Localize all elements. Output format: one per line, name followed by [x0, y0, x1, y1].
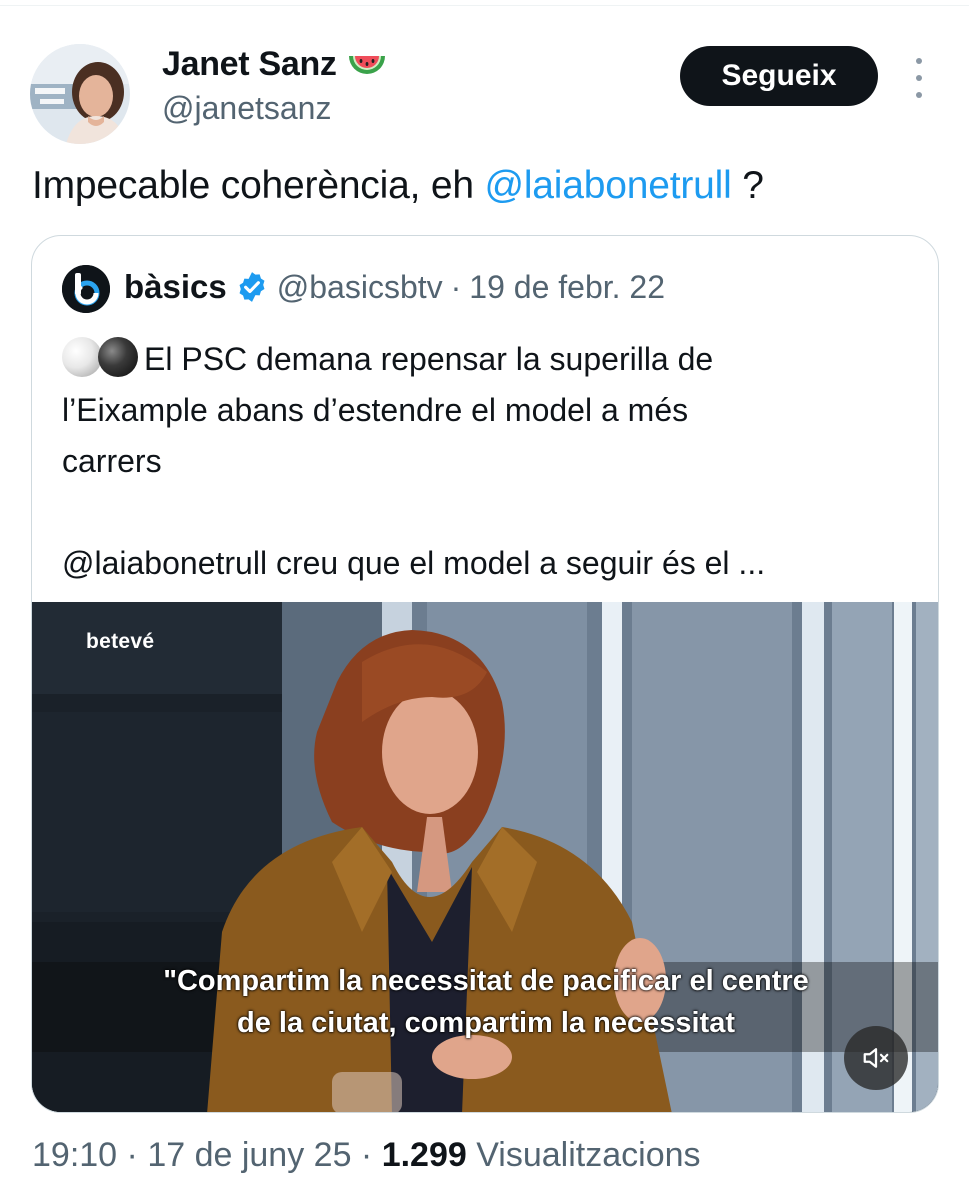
author-handle[interactable]: @janetsanz: [162, 90, 331, 127]
views-label: Visualitzacions: [466, 1136, 701, 1174]
black-circle-icon: [98, 337, 138, 377]
tweet-time[interactable]: 19:10: [32, 1136, 117, 1174]
author-avatar[interactable]: [30, 44, 130, 144]
quoted-tweet-card[interactable]: bàsics @basicsbtv · 19 de febr. 22 El PS…: [31, 235, 939, 1113]
quoted-author-avatar[interactable]: [62, 265, 110, 313]
verified-badge-icon: [235, 270, 269, 304]
tweet-text-suffix: ?: [731, 164, 764, 207]
quoted-paragraph-gap: [62, 487, 922, 538]
tweet-text: Impecable coherència, eh @laiabonetrull …: [32, 164, 764, 208]
caption-line-1: "Compartim la necessitat de pacificar el…: [163, 965, 809, 997]
quoted-separator: ·: [450, 268, 462, 305]
quoted-author-handle[interactable]: @basicsbtv: [277, 269, 443, 306]
top-divider: [0, 0, 969, 6]
tweet-date[interactable]: 17 de juny 25: [147, 1136, 351, 1174]
speaker-muted-icon: [863, 1048, 889, 1068]
video-player[interactable]: betevé "Compartim la necessitat de pacif…: [32, 602, 938, 1112]
author-name-row: Janet Sanz: [162, 42, 389, 86]
mute-button[interactable]: [844, 1026, 908, 1090]
quoted-text: El PSC demana repensar la superilla de l…: [62, 334, 922, 589]
more-options-icon[interactable]: [905, 58, 933, 98]
quoted-line-3: carrers: [62, 443, 162, 479]
avatar-photo: [30, 44, 130, 144]
basics-logo-icon: [62, 265, 110, 313]
quoted-line-1: El PSC demana repensar la superilla de: [62, 334, 922, 385]
follow-button[interactable]: Segueix: [680, 46, 878, 106]
quoted-line-1-text: El PSC demana repensar la superilla de: [144, 341, 714, 377]
quoted-line-2: l’Eixample abans d’estendre el model a m…: [62, 392, 689, 428]
tweet-mention-link[interactable]: @laiabonetrull: [484, 164, 731, 207]
video-caption: "Compartim la necessitat de pacificar el…: [32, 960, 938, 1044]
footer-separator-1: ·: [117, 1136, 148, 1174]
author-name[interactable]: Janet Sanz: [162, 45, 337, 84]
quoted-line-4: @laiabonetrull creu que el model a segui…: [62, 545, 766, 581]
white-circle-icon: [62, 337, 102, 377]
video-watermark: betevé: [86, 630, 155, 653]
views-count: 1.299: [381, 1136, 467, 1174]
tweet-text-body: Impecable coherència, eh: [32, 164, 485, 207]
quoted-author-name[interactable]: bàsics: [124, 268, 227, 306]
footer-separator-2: ·: [351, 1136, 382, 1174]
quoted-header: bàsics @basicsbtv · 19 de febr. 22: [124, 268, 665, 306]
quoted-date[interactable]: 19 de febr. 22: [469, 269, 665, 306]
tweet-metadata: 19:10 · 17 de juny 25 · 1.299 Visualitza…: [32, 1136, 701, 1175]
caption-line-2: de la ciutat, compartim la necessitat: [236, 1007, 735, 1039]
watermelon-icon: [345, 42, 389, 86]
